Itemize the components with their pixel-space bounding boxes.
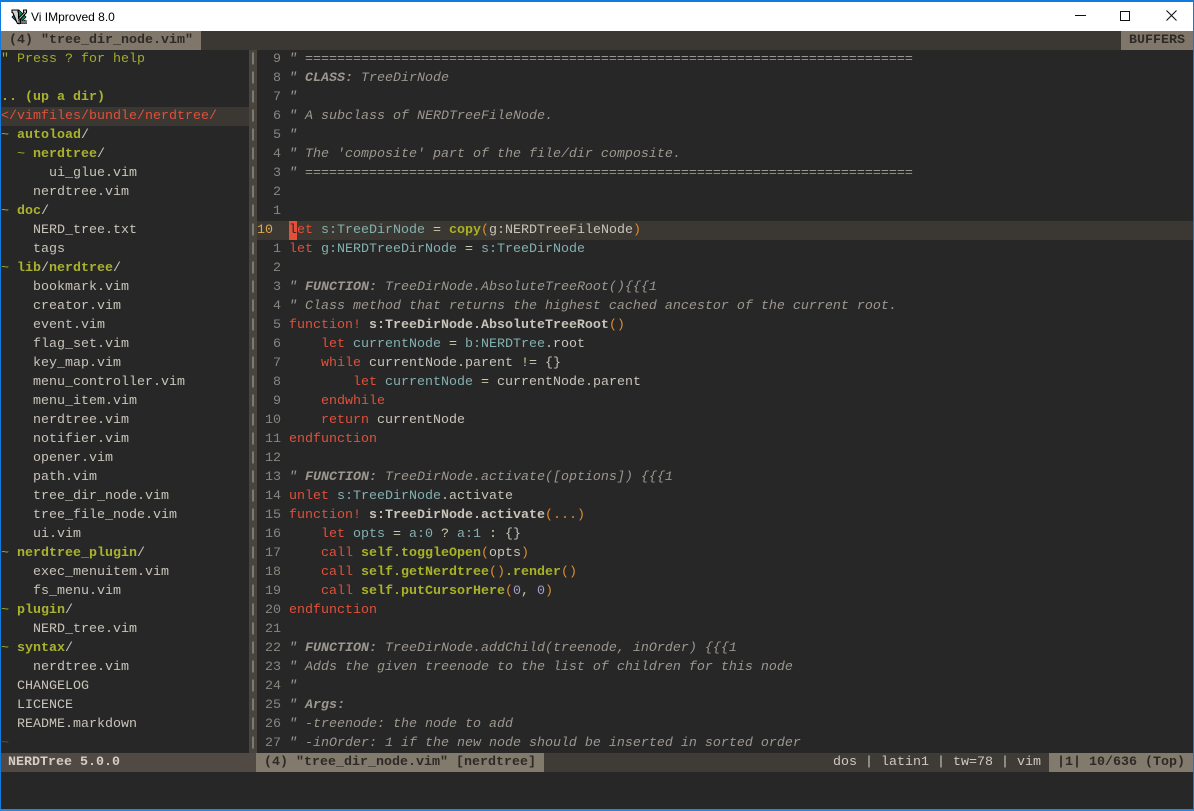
svg-text:im: im (18, 16, 27, 25)
